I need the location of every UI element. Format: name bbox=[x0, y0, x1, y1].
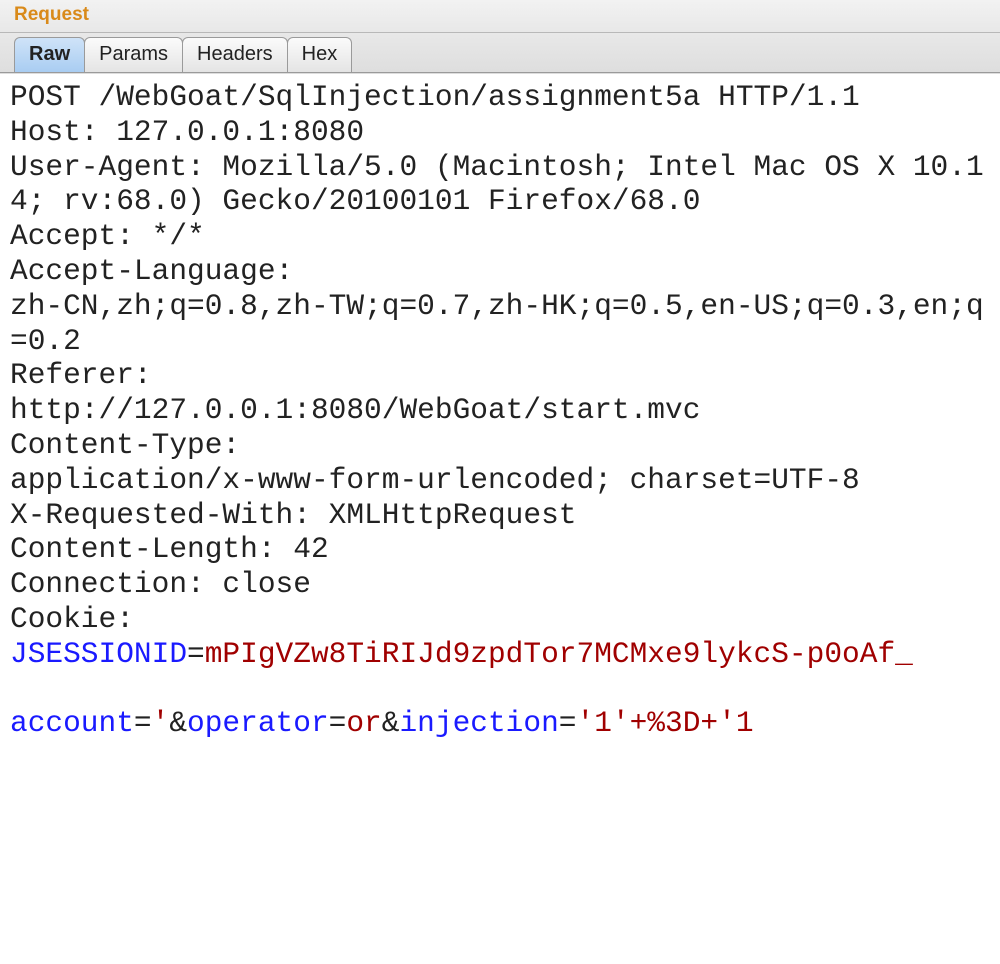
body-amp: & bbox=[169, 706, 187, 740]
header-content-type-value: application/x-www-form-urlencoded; chars… bbox=[10, 463, 860, 497]
header-connection: Connection: close bbox=[10, 567, 311, 601]
tab-raw[interactable]: Raw bbox=[14, 37, 85, 72]
header-referer-label: Referer: bbox=[10, 358, 152, 392]
request-raw-content[interactable]: POST /WebGoat/SqlInjection/assignment5a … bbox=[0, 73, 1000, 741]
body-param-key-injection: injection bbox=[399, 706, 558, 740]
body-param-val-account: ' bbox=[152, 706, 170, 740]
body-eq: = bbox=[134, 706, 152, 740]
header-x-requested-with: X-Requested-With: XMLHttpRequest bbox=[10, 498, 577, 532]
body-param-key-operator: operator bbox=[187, 706, 329, 740]
header-content-type-label: Content-Type: bbox=[10, 428, 240, 462]
panel-title: Request bbox=[10, 4, 89, 25]
body-eq: = bbox=[559, 706, 577, 740]
tab-hex[interactable]: Hex bbox=[287, 37, 353, 72]
panel-header: Request bbox=[0, 0, 1000, 33]
header-cookie-label: Cookie: bbox=[10, 602, 134, 636]
cookie-key: JSESSIONID bbox=[10, 637, 187, 671]
header-content-length: Content-Length: 42 bbox=[10, 532, 329, 566]
header-accept-language-label: Accept-Language: bbox=[10, 254, 293, 288]
cookie-eq: = bbox=[187, 637, 205, 671]
body-eq: = bbox=[329, 706, 347, 740]
header-user-agent: User-Agent: Mozilla/5.0 (Macintosh; Inte… bbox=[10, 150, 984, 219]
body-param-val-injection: '1'+%3D+'1 bbox=[577, 706, 754, 740]
tab-row: Raw Params Headers Hex bbox=[0, 33, 1000, 73]
header-referer-value: http://127.0.0.1:8080/WebGoat/start.mvc bbox=[10, 393, 700, 427]
tab-headers[interactable]: Headers bbox=[182, 37, 288, 72]
tab-params[interactable]: Params bbox=[84, 37, 183, 72]
header-accept: Accept: */* bbox=[10, 219, 205, 253]
body-param-val-operator: or bbox=[346, 706, 381, 740]
body-amp: & bbox=[382, 706, 400, 740]
header-accept-language-value: zh-CN,zh;q=0.8,zh-TW;q=0.7,zh-HK;q=0.5,e… bbox=[10, 289, 984, 358]
request-line: POST /WebGoat/SqlInjection/assignment5a … bbox=[10, 80, 860, 114]
body-param-key-account: account bbox=[10, 706, 134, 740]
header-host: Host: 127.0.0.1:8080 bbox=[10, 115, 364, 149]
cookie-value: mPIgVZw8TiRIJd9zpdTor7MCMxe9lykcS-p0oAf_ bbox=[205, 637, 913, 671]
